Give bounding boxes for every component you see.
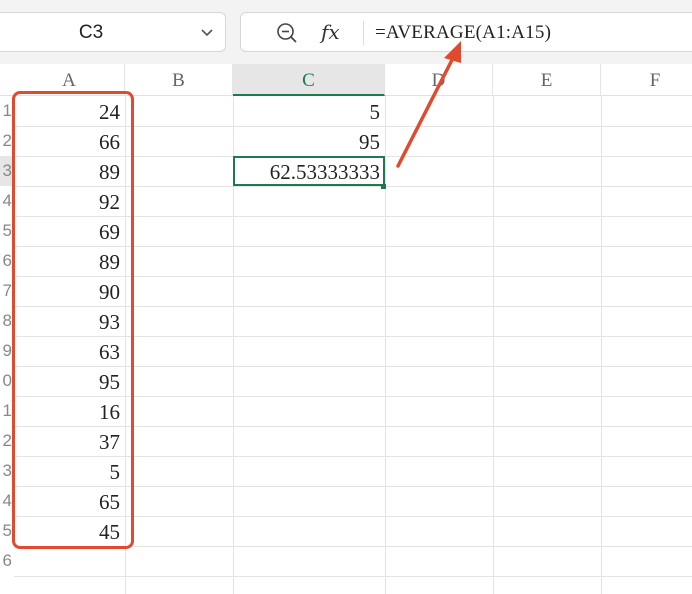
name-box-value: C3: [78, 22, 104, 43]
grid-column-line: [601, 96, 602, 594]
row-header[interactable]: 0: [0, 366, 12, 396]
row-header[interactable]: 3: [0, 156, 15, 186]
row-header[interactable]: 5: [0, 216, 12, 246]
row-header[interactable]: 6: [0, 246, 12, 276]
column-header-f[interactable]: F: [601, 64, 692, 96]
cell-c2[interactable]: 95: [233, 126, 385, 156]
row-header[interactable]: 2: [0, 126, 12, 156]
zoom-out-icon[interactable]: [275, 21, 299, 45]
formula-bar[interactable]: fx =AVERAGE(A1:A15): [240, 12, 692, 52]
annotation-highlight-box: [12, 91, 134, 549]
grid-column-line: [493, 96, 494, 594]
column-header-c[interactable]: C: [233, 64, 385, 96]
function-icon[interactable]: fx: [321, 20, 340, 44]
column-header-d[interactable]: D: [385, 64, 493, 96]
row-header[interactable]: 8: [0, 306, 12, 336]
row-header[interactable]: 1: [0, 96, 12, 126]
cell-c1[interactable]: 5: [233, 96, 385, 126]
row-header[interactable]: 3: [0, 456, 12, 486]
row-header[interactable]: 4: [0, 486, 12, 516]
formula-separator: [363, 21, 364, 45]
name-box[interactable]: C3: [0, 12, 226, 52]
cell-c3[interactable]: 62.53333333: [233, 156, 385, 186]
row-header[interactable]: 2: [0, 426, 12, 456]
row-header[interactable]: 1: [0, 396, 12, 426]
row-header[interactable]: 9: [0, 336, 12, 366]
formula-text[interactable]: =AVERAGE(A1:A15): [375, 22, 551, 44]
row-header[interactable]: 4: [0, 186, 12, 216]
chevron-down-icon[interactable]: [199, 24, 215, 40]
column-header-b[interactable]: B: [125, 64, 233, 96]
fill-handle[interactable]: [381, 184, 386, 189]
formula-toolbar: C3 fx =AVERAGE(A1:A15): [0, 0, 692, 64]
column-header-e[interactable]: E: [493, 64, 601, 96]
row-header[interactable]: 7: [0, 276, 12, 306]
grid-row-line: [14, 576, 692, 577]
row-header[interactable]: 5: [0, 516, 12, 546]
row-header[interactable]: 6: [0, 546, 12, 576]
grid-column-line: [385, 96, 386, 594]
